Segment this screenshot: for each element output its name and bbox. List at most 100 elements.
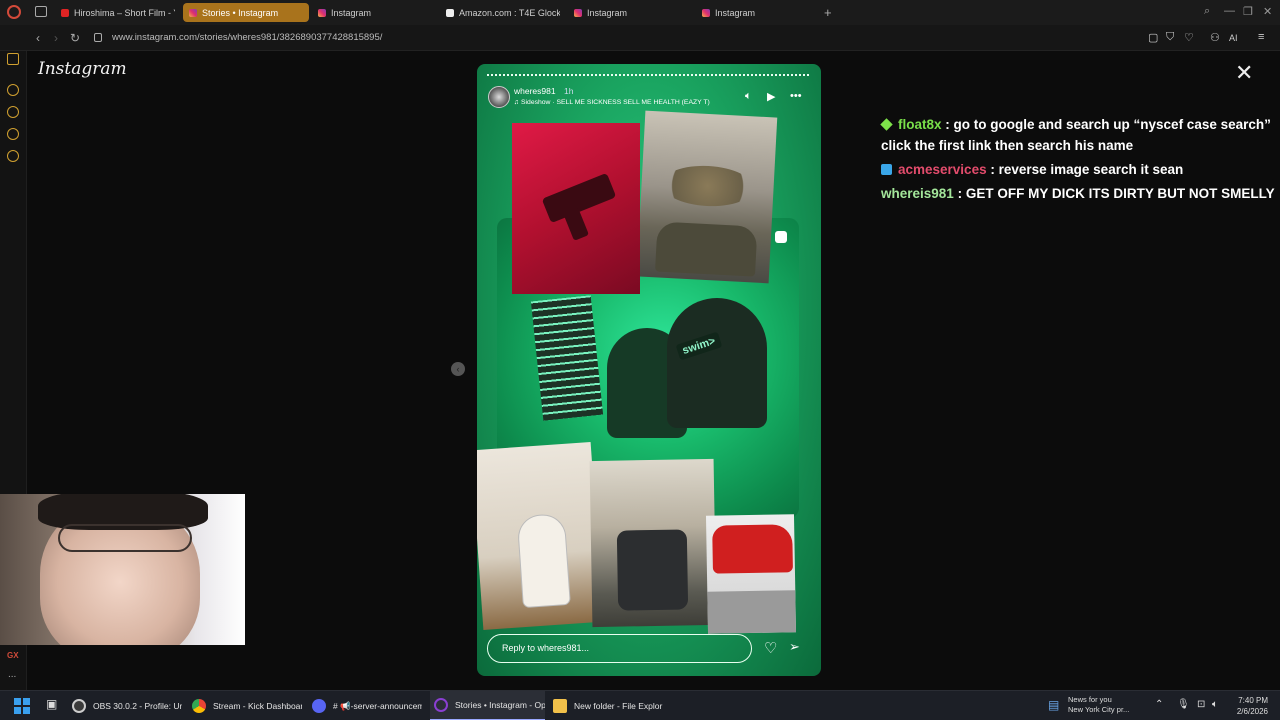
more-options-icon[interactable]: •••: [790, 90, 802, 102]
chat-message: acmeservices : reverse image search it s…: [881, 159, 1276, 180]
tab-label: Instagram: [587, 7, 628, 18]
news-widget[interactable]: News for you New York City pr...: [1068, 695, 1129, 715]
gx-label: GX: [7, 651, 19, 660]
back-icon[interactable]: ‹: [36, 31, 40, 45]
instagram-logo[interactable]: Instagram: [38, 59, 127, 79]
tab-instagram-1[interactable]: Instagram: [312, 3, 432, 22]
tab-overview-icon[interactable]: [35, 6, 47, 17]
close-story-icon[interactable]: ✕: [1235, 62, 1253, 84]
screen: Hiroshima – Short Film - Yo Stories • In…: [0, 0, 1280, 720]
messenger-icon[interactable]: [7, 128, 19, 140]
photo-detail: [660, 163, 755, 209]
sticker-icon: [775, 231, 787, 243]
discord-icon: [312, 699, 326, 713]
taskbar-item-opera[interactable]: Stories • Instagram - Op: [430, 691, 545, 720]
photo-detail: [707, 590, 797, 634]
story-username[interactable]: wheres981: [514, 86, 556, 96]
instagram-icon: [574, 8, 582, 17]
taskbar-item-discord[interactable]: # 📢-server-announcem: [312, 691, 422, 720]
network-icon[interactable]: ⊡: [1197, 699, 1205, 710]
new-tab-button[interactable]: +: [824, 5, 832, 20]
maximize-icon[interactable]: ❐: [1243, 5, 1253, 18]
lock-icon: [94, 33, 102, 42]
tab-label: Amazon.com : T4E Glock: [459, 7, 560, 18]
tab-stories-instagram[interactable]: Stories • Instagram: [183, 3, 309, 22]
tab-hiroshima[interactable]: Hiroshima – Short Film - Yo: [55, 3, 175, 22]
opera-icon: [434, 698, 448, 712]
chat-username: acmeservices: [898, 162, 987, 177]
taskbar-item-obs[interactable]: OBS 30.0.2 - Profile: Unt: [72, 691, 182, 720]
gx-control-icon[interactable]: [7, 53, 19, 65]
tab-instagram-3[interactable]: Instagram: [696, 3, 816, 22]
snapshot-icon[interactable]: ▢: [1148, 31, 1158, 44]
story-photo-coins: [636, 110, 778, 284]
previous-story-icon[interactable]: ‹: [451, 362, 465, 376]
taskbar-label: New folder - File Explor: [574, 701, 663, 711]
instagram-icon: [318, 8, 326, 17]
news-title: News for you: [1068, 695, 1112, 704]
tray-chevron-icon[interactable]: ⌃: [1155, 699, 1163, 710]
shield-icon[interactable]: ⛉: [1166, 31, 1174, 44]
profile-icon[interactable]: ⚇: [1210, 31, 1220, 44]
avatar[interactable]: [488, 86, 510, 108]
amazon-icon: [446, 8, 454, 17]
instagram-icon: [189, 8, 197, 17]
chat-message: float8x : go to google and search up “ny…: [880, 114, 1276, 156]
clock-date: 2/6/2026: [1236, 707, 1268, 716]
music-title: Sideshow · SELL ME SICKNESS SELL ME HEAL…: [521, 99, 710, 106]
volume-icon[interactable]: 🔈︎: [1212, 699, 1218, 710]
system-clock[interactable]: 7:40 PM 2/6/2026: [1228, 695, 1268, 717]
aria-ai-button[interactable]: AI: [1229, 33, 1238, 43]
close-window-icon[interactable]: ✕: [1263, 5, 1272, 18]
browser-tab-strip: Hiroshima – Short Film - Yo Stories • In…: [0, 0, 1280, 25]
microphone-icon[interactable]: 🎙︎: [1177, 699, 1190, 710]
photo-detail: [712, 524, 793, 574]
news-icon[interactable]: ▤: [1048, 698, 1059, 712]
story-photo-red: [512, 123, 640, 294]
badge-icon: [881, 164, 892, 175]
heart-bookmark-icon[interactable]: ♡: [1184, 31, 1194, 44]
story-viewer[interactable]: wheres981 1h ♫ Sideshow · SELL ME SICKNE…: [477, 64, 821, 676]
history-icon[interactable]: [7, 106, 19, 118]
taskbar-label: Stories • Instagram - Op: [455, 700, 545, 710]
chat-text: : GET OFF MY DICK ITS DIRTY BUT NOT SMEL…: [957, 186, 1275, 201]
tab-instagram-2[interactable]: Instagram: [568, 3, 688, 22]
settings-icon[interactable]: [7, 150, 19, 162]
photo-detail: [530, 295, 604, 421]
forward-icon[interactable]: ›: [54, 31, 58, 45]
tab-label: Stories • Instagram: [202, 7, 279, 18]
like-heart-icon[interactable]: ♡: [764, 639, 777, 657]
reply-input[interactable]: Reply to wheres981...: [487, 634, 752, 663]
photo-detail: [562, 207, 590, 241]
webcam-overlay: [0, 494, 245, 645]
taskbar-label: Stream - Kick Dashboar: [213, 701, 302, 711]
more-icon[interactable]: ...: [8, 669, 16, 680]
chat-username: float8x: [898, 117, 942, 132]
play-icon[interactable]: ▶: [767, 90, 775, 103]
task-view-icon[interactable]: ▣: [46, 697, 57, 711]
folder-icon: [553, 699, 567, 713]
opera-logo-icon[interactable]: [7, 5, 21, 19]
tab-label: Instagram: [715, 7, 756, 18]
chat-message: whereis981 : GET OFF MY DICK ITS DIRTY B…: [881, 183, 1276, 204]
instagram-icon: [702, 8, 710, 17]
music-note-icon: ♫: [514, 99, 521, 106]
reload-icon[interactable]: ↻: [70, 31, 80, 45]
search-tabs-icon[interactable]: ⌕: [1204, 5, 1210, 18]
player-icon[interactable]: [7, 84, 19, 96]
chrome-icon: [192, 699, 206, 713]
mute-icon[interactable]: 🔈︎: [745, 90, 752, 103]
address-bar: ‹ › ↻ www.instagram.com/stories/wheres98…: [0, 25, 1280, 51]
story-photo-desk: [589, 458, 717, 628]
taskbar-item-explorer[interactable]: New folder - File Explor: [553, 691, 663, 720]
taskbar-item-chrome[interactable]: Stream - Kick Dashboar: [192, 691, 302, 720]
photo-detail: [517, 514, 570, 608]
photo-detail: [616, 529, 689, 611]
story-music-label[interactable]: ♫ Sideshow · SELL ME SICKNESS SELL ME HE…: [514, 99, 710, 106]
send-icon[interactable]: ➢: [789, 639, 800, 655]
minimize-icon[interactable]: —: [1224, 5, 1235, 17]
url-field[interactable]: www.instagram.com/stories/wheres981/3826…: [112, 32, 382, 43]
windows-start-icon[interactable]: [14, 698, 30, 714]
tab-amazon[interactable]: Amazon.com : T4E Glock: [440, 3, 560, 22]
menu-icon[interactable]: ≡: [1258, 31, 1264, 43]
